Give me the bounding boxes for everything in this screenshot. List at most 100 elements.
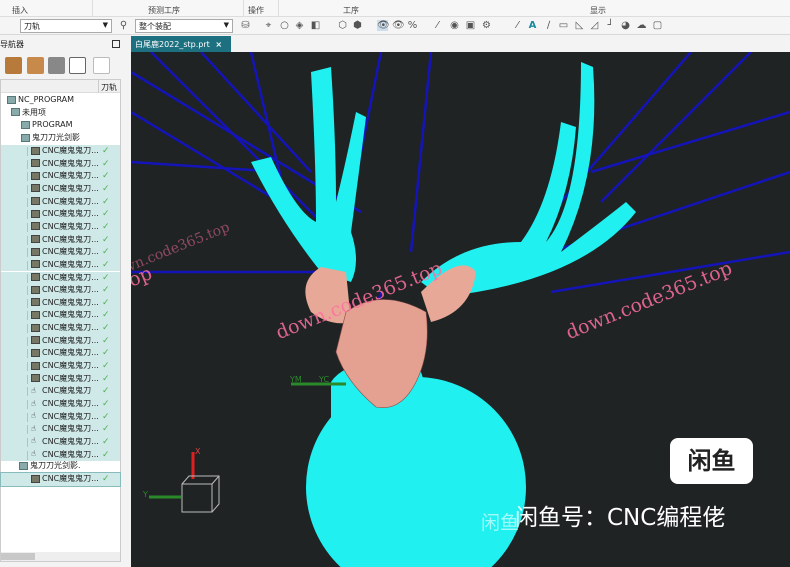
operation-row[interactable]: ☝ CNC魔鬼鬼刀... ✓ [1, 435, 120, 449]
toolpath-ok-icon: ✓ [102, 171, 110, 182]
mill-operation-icon [31, 247, 40, 256]
geometry-view-icon[interactable] [48, 57, 65, 74]
op-label: CNC魔鬼鬼刀... [42, 297, 99, 307]
solid-icon[interactable]: ⬢ [352, 20, 363, 31]
curve-icon[interactable]: ∕ [543, 20, 554, 31]
component-icon[interactable]: ◈ [294, 20, 305, 31]
body-icon[interactable]: ⬡ [337, 20, 348, 31]
graphics-viewport[interactable]: YM YC X Y down.code365.top down.code365.… [131, 52, 790, 567]
select-icon[interactable]: ⛁ [240, 20, 251, 31]
hide-icon[interactable]: % [407, 20, 418, 31]
assembly-dropdown[interactable]: 整个装配 ▼ [135, 19, 233, 33]
manual-operation-icon: ☝ [31, 436, 36, 446]
operation-row[interactable]: CNC魔鬼鬼刀... ✓ [1, 233, 120, 247]
close-tab-icon[interactable]: × [215, 40, 222, 49]
operation-row[interactable]: CNC魔鬼鬼刀... ✓ [1, 296, 120, 310]
manual-operation-icon: ☝ [31, 385, 36, 395]
document-icon[interactable]: ▣ [465, 20, 476, 31]
face-select-icon[interactable]: ◧ [310, 20, 321, 31]
operation-row[interactable]: CNC魔鬼鬼刀... ✓ [0, 472, 121, 487]
image-icon[interactable]: ▢ [652, 20, 663, 31]
operation-row[interactable]: CNC魔鬼鬼刀... ✓ [1, 220, 120, 234]
tab-label: 白尾鹿2022_stp.prt [135, 40, 210, 49]
delete-icon[interactable] [93, 57, 110, 74]
tree-node-program[interactable]: PROGRAM [1, 119, 120, 132]
operation-row[interactable]: CNC魔鬼鬼刀... ✓ [1, 322, 120, 335]
operation-row[interactable]: CNC魔鬼鬼刀... ✓ [1, 284, 120, 297]
corner-icon[interactable]: ┘ [605, 20, 616, 31]
operation-row[interactable]: CNC魔鬼鬼刀... ✓ [1, 309, 120, 323]
tree-node-unused[interactable]: 未用项 [1, 107, 120, 120]
operation-row[interactable]: CNC魔鬼鬼刀... ✓ [1, 372, 120, 386]
navigator-header: 导航器 [0, 35, 126, 53]
assembly-value: 整个装配 [139, 22, 171, 31]
mill-operation-icon [31, 361, 40, 370]
create-icon[interactable] [69, 57, 86, 74]
ribbon-group-operation[interactable]: 操作 [248, 5, 264, 16]
operation-row[interactable]: CNC魔鬼鬼刀... ✓ [1, 271, 120, 285]
shape-icon[interactable]: ◺ [574, 20, 585, 31]
tree-node-nc-program[interactable]: NC_PROGRAM [1, 94, 120, 107]
tree-line [27, 172, 28, 182]
operation-row[interactable]: CNC魔鬼鬼刀... ✓ [1, 170, 120, 183]
tree-node-group1[interactable]: 鬼刀刀光剑影 [1, 132, 120, 145]
cloud-icon[interactable]: ☁ [636, 20, 647, 31]
snap-icon[interactable]: ⌖ [263, 20, 274, 31]
tree-node-group2[interactable]: 鬼刀刀光剑影. [1, 460, 120, 473]
tree-line [27, 324, 28, 334]
measure-icon[interactable]: ⁄ [432, 20, 443, 31]
mill-operation-icon [31, 474, 40, 483]
chamfer-icon[interactable]: ◿ [589, 20, 600, 31]
toolpath-ok-icon: ✓ [102, 209, 110, 220]
operation-row[interactable]: CNC魔鬼鬼刀... ✓ [1, 182, 120, 196]
operation-row[interactable]: CNC魔鬼鬼刀... ✓ [1, 157, 120, 171]
operation-row[interactable]: CNC魔鬼鬼刀... ✓ [1, 208, 120, 221]
tool-view-icon[interactable] [27, 57, 44, 74]
circle-icon[interactable]: ○ [279, 20, 290, 31]
ribbon-group-insert[interactable]: 插入 [12, 5, 28, 16]
tree-line [27, 336, 28, 346]
op-label: CNC魔鬼鬼刀... [42, 348, 99, 358]
operation-row[interactable]: CNC魔鬼鬼刀... ✓ [1, 360, 120, 373]
manual-operation-icon: ☝ [31, 398, 36, 408]
operation-row[interactable]: CNC魔鬼鬼刀... ✓ [1, 195, 120, 209]
operation-row[interactable]: ☝ CNC魔鬼鬼刀... ✓ [1, 410, 120, 424]
shade-icon[interactable]: ◕ [620, 20, 631, 31]
text-icon[interactable]: A [527, 20, 538, 31]
tab-part-file[interactable]: 白尾鹿2022_stp.prt × [131, 36, 231, 52]
operation-row[interactable]: CNC魔鬼鬼刀... ✓ [1, 258, 120, 272]
rectangle-icon[interactable]: ▭ [558, 20, 569, 31]
operation-row[interactable]: CNC魔鬼鬼刀... ✓ [1, 145, 120, 158]
settings-icon[interactable]: ⚙ [481, 20, 492, 31]
toolpath-ok-icon: ✓ [102, 259, 110, 270]
show-mcs-icon[interactable]: 👁 [377, 20, 390, 31]
ribbon-group-display[interactable]: 显示 [590, 5, 606, 16]
tree-line [27, 197, 28, 207]
horizontal-scrollbar[interactable] [1, 552, 120, 561]
operation-row[interactable]: ☝ CNC魔鬼鬼刀... ✓ [1, 398, 120, 411]
scroll-thumb[interactable] [1, 553, 35, 560]
ribbon-group-predict[interactable]: 预测工序 [148, 5, 180, 16]
line-icon[interactable]: ⁄ [512, 20, 523, 31]
operation-row[interactable]: CNC魔鬼鬼刀... ✓ [1, 347, 120, 361]
operation-row[interactable]: CNC魔鬼鬼刀... ✓ [1, 334, 120, 348]
filter-dropdown[interactable]: 刀轨 ▼ [20, 19, 112, 33]
op-label: CNC魔鬼鬼刀... [42, 183, 99, 193]
maximize-icon[interactable] [112, 40, 120, 48]
ym-axis-label: YM [290, 375, 302, 384]
tree-line [27, 374, 28, 384]
toolpath-ok-icon: ✓ [102, 348, 110, 359]
program-view-icon[interactable] [5, 57, 22, 74]
filter-icon[interactable]: ⚲ [118, 20, 129, 31]
toolpath-ok-icon: ✓ [102, 373, 110, 384]
operation-row[interactable]: ☝ CNC魔鬼鬼刀 ✓ [1, 385, 120, 398]
operation-row[interactable]: CNC魔鬼鬼刀... ✓ [1, 246, 120, 259]
operation-row[interactable]: ☝ CNC魔鬼鬼刀... ✓ [1, 423, 120, 436]
show-icon[interactable]: 👁 [392, 20, 405, 31]
part-icon[interactable]: ◉ [449, 20, 460, 31]
column-header: 刀轨 [1, 80, 120, 93]
tree-line [27, 222, 28, 232]
tree-line [27, 210, 28, 220]
ribbon-group-process[interactable]: 工序 [343, 5, 359, 16]
op-label: CNC魔鬼鬼刀... [42, 146, 99, 155]
